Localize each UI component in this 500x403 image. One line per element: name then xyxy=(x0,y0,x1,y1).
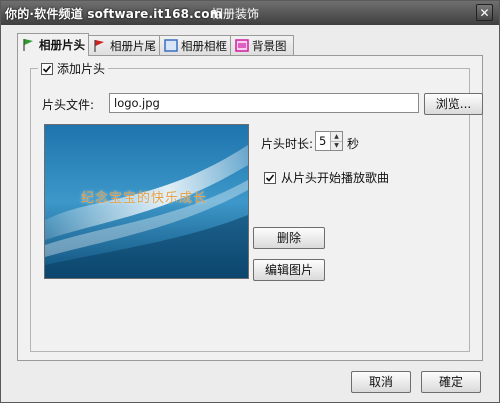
spinner-arrows: ▲ ▼ xyxy=(330,132,342,150)
tab-label: 相册相框 xyxy=(181,39,227,53)
title-bar[interactable]: 你的·软件频道 software.it168.com 相册装饰 ✕ xyxy=(1,1,499,25)
intro-image-preview: 纪念宝宝的快乐成长 xyxy=(44,124,249,279)
red-flag-icon xyxy=(93,39,107,52)
tab-label: 相册片头 xyxy=(39,38,85,52)
spin-down-icon[interactable]: ▼ xyxy=(331,141,342,150)
duration-spinner[interactable]: 5 ▲ ▼ xyxy=(315,131,343,151)
play-music-label: 从片头开始播放歌曲 xyxy=(281,171,390,185)
delete-button[interactable]: 删除 xyxy=(253,227,325,249)
picture-icon xyxy=(235,39,249,52)
tab-label: 相册片尾 xyxy=(110,39,156,53)
checkmark-icon xyxy=(42,64,52,73)
ok-button[interactable]: 確定 xyxy=(421,371,481,393)
checkmark-icon xyxy=(265,173,275,182)
duration-value: 5 xyxy=(319,134,327,148)
tab-outro[interactable]: 相册片尾 xyxy=(88,35,160,55)
tab-label: 背景图 xyxy=(252,39,287,53)
decorate-album-dialog: 你的·软件频道 software.it168.com 相册装饰 ✕ 相册片头 相… xyxy=(0,0,500,403)
tab-background[interactable]: 背景图 xyxy=(230,35,294,55)
close-button[interactable]: ✕ xyxy=(476,4,493,21)
duration-unit: 秒 xyxy=(347,137,360,151)
enable-intro-checkbox[interactable] xyxy=(41,62,53,75)
green-flag-icon xyxy=(22,38,36,51)
edit-image-button[interactable]: 编辑图片 xyxy=(253,259,325,281)
preview-caption: 纪念宝宝的快乐成长 xyxy=(81,191,208,206)
window-title: 相册装饰 xyxy=(211,7,260,21)
watermark-text: 你的·软件频道 software.it168.com xyxy=(5,7,223,21)
close-icon: ✕ xyxy=(479,6,490,20)
intro-file-field[interactable]: logo.jpg xyxy=(109,93,419,113)
intro-file-label: 片头文件: xyxy=(42,98,95,112)
enable-intro-label: 添加片头 xyxy=(57,62,106,76)
enable-intro-checkbox-row[interactable]: 添加片头 xyxy=(38,60,109,77)
duration-label: 片头时长: xyxy=(261,137,314,151)
tab-intro[interactable]: 相册片头 xyxy=(17,33,89,56)
play-music-checkbox[interactable] xyxy=(264,171,276,184)
tab-frame[interactable]: 相册相框 xyxy=(159,35,231,55)
browse-button[interactable]: 浏览... xyxy=(424,93,483,115)
play-music-checkbox-row[interactable]: 从片头开始播放歌曲 xyxy=(264,169,389,186)
frame-icon xyxy=(164,39,178,52)
intro-group: 添加片头 片头文件: logo.jpg 浏览... 纪念宝宝的快乐成长 片头时长… xyxy=(30,60,483,352)
cancel-button[interactable]: 取消 xyxy=(351,371,411,393)
tab-panel: 添加片头 片头文件: logo.jpg 浏览... 纪念宝宝的快乐成长 片头时长… xyxy=(17,55,483,361)
